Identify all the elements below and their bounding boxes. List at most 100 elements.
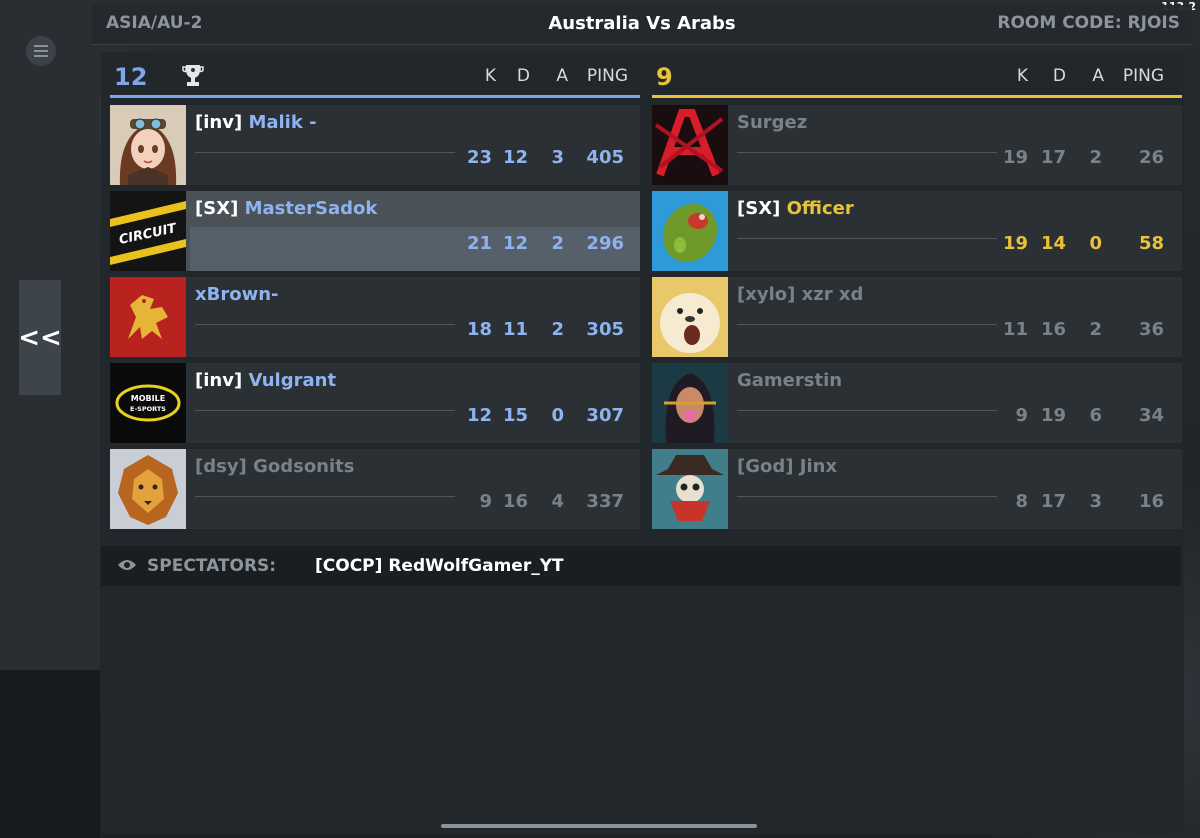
ping: 58 [1138,233,1164,254]
ping: 305 [586,319,624,340]
player-row[interactable]: Gamerstin 9 19 6 34 [652,363,1182,443]
deaths: 17 [1040,147,1066,168]
player-name: [xylo] xzr xd [737,284,864,305]
col-assists: A [1092,66,1104,86]
trophy-icon [182,65,204,86]
deaths: 11 [502,319,528,340]
kills: 23 [466,147,492,168]
deaths: 16 [502,491,528,512]
player-row[interactable]: MOBILE E-SPORTS [inv] Vulgrant 12 15 0 3… [110,363,640,443]
woman-avatar [652,363,728,443]
lion-crest-avatar [110,277,186,357]
divider [737,324,997,325]
olive-avatar [652,191,728,271]
assists: 2 [1089,147,1102,168]
spectators-bar: SPECTATORS: [COCP] RedWolfGamer_YT [101,546,1181,586]
kills: 11 [1002,319,1028,340]
highlight-strip [190,227,640,271]
team-blue: 12 K D A PING [inv] Malik - 23 12 3 405 … [110,52,640,529]
assists: 2 [551,233,564,254]
scoreboard-header: ASIA/AU-2 Australia Vs Arabs ROOM CODE: … [92,5,1192,45]
team-yellow: 9 K D A PING Surgez 19 17 2 26 [SX] Offi… [652,52,1182,529]
player-name: [SX] Officer [737,198,854,219]
divider [737,152,997,153]
assists: 3 [1089,491,1102,512]
background-left-bottom [0,670,100,838]
deaths: 16 [1040,319,1066,340]
divider [737,238,997,239]
player-name: [SX] MasterSadok [195,198,378,219]
assists: 0 [551,405,564,426]
divider [737,410,997,411]
ping: 307 [586,405,624,426]
deaths: 14 [1040,233,1066,254]
kills: 12 [466,405,492,426]
spectator-name[interactable]: [COCP] RedWolfGamer_YT [315,556,564,576]
red-scribble-avatar [652,105,728,185]
scroll-handle[interactable] [441,824,757,828]
spectators-label: SPECTATORS: [147,556,277,576]
divider [737,496,997,497]
divider [195,152,455,153]
player-row[interactable]: [dsy] Godsonits 9 16 4 337 [110,449,640,529]
team-blue-header: 12 K D A PING [110,52,640,98]
col-kills: K [484,66,496,86]
back-button[interactable]: << [18,280,62,395]
player-row[interactable]: [SX] Officer 19 14 0 58 [652,191,1182,271]
player-row[interactable]: [xylo] xzr xd 11 16 2 36 [652,277,1182,357]
assists: 0 [1089,233,1102,254]
player-row[interactable]: Surgez 19 17 2 26 [652,105,1182,185]
player-row[interactable]: [God] Jinx 8 17 3 16 [652,449,1182,529]
player-row[interactable]: xBrown- 18 11 2 305 [110,277,640,357]
ping: 34 [1138,405,1164,426]
mobile-esports-avatar: MOBILE E-SPORTS [110,363,186,443]
cowboy-skull-avatar [652,449,728,529]
lion-head-avatar [110,449,186,529]
deaths: 12 [502,147,528,168]
scoreboard-panel: 12 K D A PING [inv] Malik - 23 12 3 405 … [101,52,1184,834]
col-deaths: D [1052,66,1066,86]
ping: 296 [586,233,624,254]
kills: 8 [1015,491,1028,512]
anime-girl-avatar [110,105,186,185]
player-name: [God] Jinx [737,456,838,477]
menu-icon [26,36,56,66]
ping: 36 [1138,319,1164,340]
deaths: 15 [502,405,528,426]
col-deaths: D [516,66,530,86]
circuit-logo-avatar: CIRCUIT [110,191,186,271]
kills: 9 [1015,405,1028,426]
divider [195,410,455,411]
kills: 9 [479,491,492,512]
player-row[interactable]: [inv] Malik - 23 12 3 405 [110,105,640,185]
player-name: [dsy] Godsonits [195,456,355,477]
eye-icon [118,560,136,570]
deaths: 12 [502,233,528,254]
player-name: xBrown- [195,284,279,305]
team-yellow-header: 9 K D A PING [652,52,1182,98]
svg-text:E-SPORTS: E-SPORTS [130,405,166,413]
assists: 2 [551,319,564,340]
divider [195,324,455,325]
assists: 3 [551,147,564,168]
svg-text:MOBILE: MOBILE [131,394,165,403]
col-assists: A [556,66,568,86]
ping: 26 [1138,147,1164,168]
assists: 2 [1089,319,1102,340]
ping: 16 [1138,491,1164,512]
kills: 21 [466,233,492,254]
player-name: [inv] Vulgrant [195,370,337,391]
deaths: 17 [1040,491,1066,512]
divider [195,496,455,497]
kills: 19 [1002,147,1028,168]
dog-avatar [652,277,728,357]
assists: 4 [551,491,564,512]
col-kills: K [1016,66,1028,86]
team-score: 9 [656,63,673,91]
assists: 6 [1089,405,1102,426]
player-name: Gamerstin [737,370,843,391]
ping: 337 [586,491,624,512]
ping: 405 [586,147,624,168]
room-code: ROOM CODE: RJOIS [997,13,1180,33]
player-row-highlighted[interactable]: CIRCUIT [SX] MasterSadok 21 12 2 296 [110,191,640,271]
